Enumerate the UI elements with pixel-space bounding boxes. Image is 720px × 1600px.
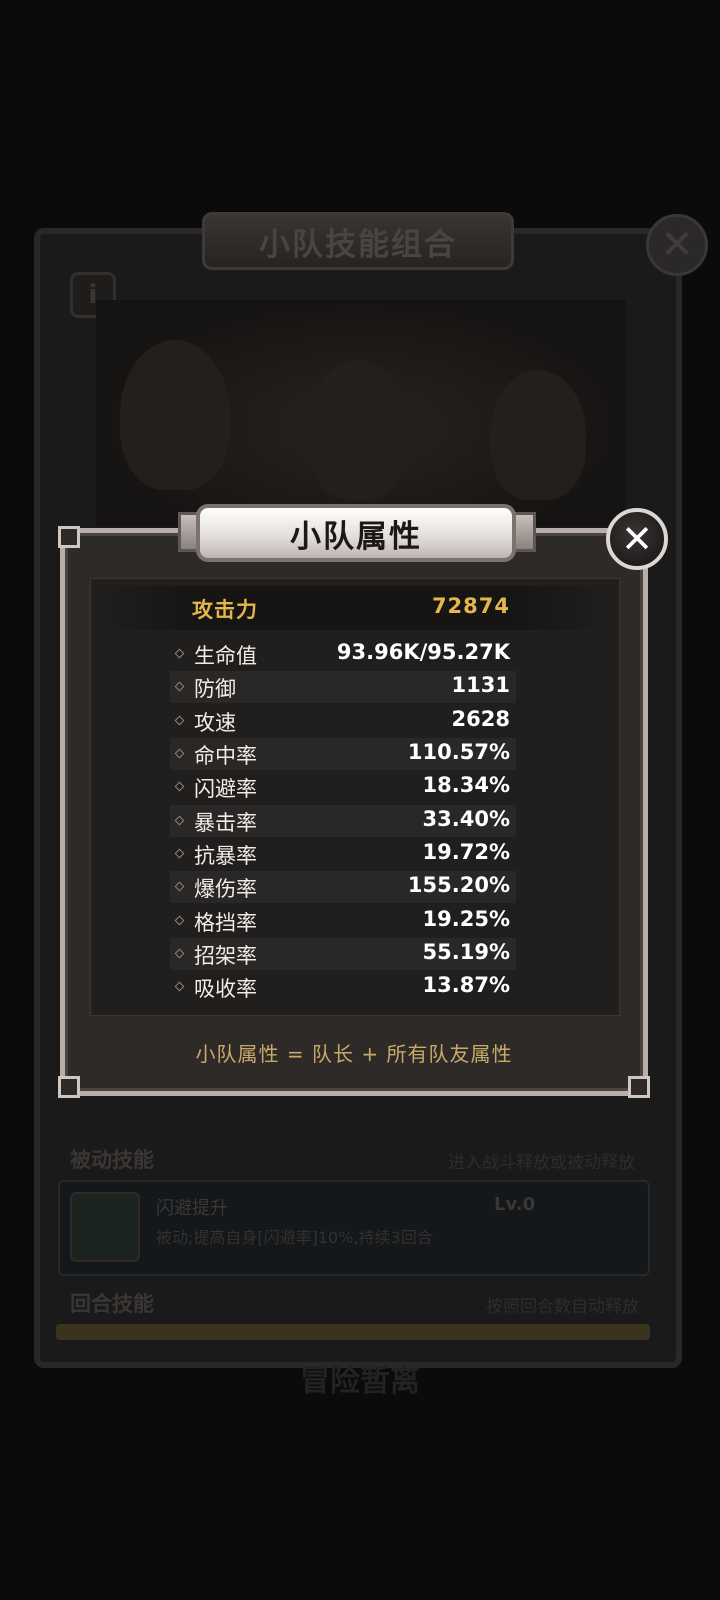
stat-label: 攻速 (194, 711, 236, 735)
close-button[interactable]: ✕ (606, 508, 668, 570)
diamond-bullet-icon (174, 648, 185, 659)
leave-adventure-button: 冒险暂离 (300, 1364, 420, 1399)
stat-row-crit-resist: 抗暴率 19.72% (170, 838, 516, 870)
stat-value: 55.19% (422, 940, 510, 964)
dialog-title: 小队属性 (196, 504, 516, 562)
diamond-bullet-icon (174, 781, 185, 792)
attack-label: 攻击力 (192, 598, 258, 622)
round-skill-bar (56, 1324, 650, 1340)
stat-row-defense: 防御 1131 (170, 671, 516, 703)
passive-skill-section-hint: 进入战斗释放或被动释放 (448, 1153, 635, 1173)
diamond-bullet-icon (174, 948, 185, 959)
dialog-corner-ornament (628, 1076, 650, 1098)
stat-row-dodge-rate: 闪避率 18.34% (170, 771, 516, 803)
stat-label: 闪避率 (194, 777, 257, 801)
stat-row-block-rate: 格挡率 19.25% (170, 905, 516, 937)
skill-level: Lv.0 (494, 1194, 536, 1215)
diamond-bullet-icon (174, 981, 185, 992)
diamond-bullet-icon (174, 715, 185, 726)
stat-label: 招架率 (194, 944, 257, 968)
stat-label: 爆伤率 (194, 877, 257, 901)
round-skill-section-label: 回合技能 (70, 1292, 154, 1316)
hero-pumpkin-figure (308, 360, 408, 500)
stat-value: 2628 (451, 707, 510, 731)
hero-wolf-figure (490, 370, 586, 500)
diamond-bullet-icon (174, 748, 185, 759)
dialog-corner-ornament (58, 526, 80, 548)
passive-skill-section-label: 被动技能 (70, 1148, 154, 1172)
formula-text: 小队属性 = 队长 + 所有队友属性 (195, 1042, 513, 1066)
stat-label: 暴击率 (194, 811, 257, 835)
hero-knight-figure (120, 340, 230, 490)
diamond-bullet-icon (174, 848, 185, 859)
stat-row-hit-rate: 命中率 110.57% (170, 738, 516, 770)
diamond-bullet-icon (174, 681, 185, 692)
diamond-bullet-icon (174, 815, 185, 826)
background-close-icon: ✕ (646, 214, 708, 276)
stat-value: 33.40% (422, 807, 510, 831)
attack-value: 72874 (431, 594, 510, 618)
background-panel-title: 小队技能组合 (202, 212, 514, 270)
stat-value: 93.96K/95.27K (336, 640, 510, 664)
stat-row-hp: 生命值 93.96K/95.27K (170, 638, 516, 670)
stat-row-crit-rate: 暴击率 33.40% (170, 805, 516, 837)
stat-value: 1131 (451, 673, 510, 697)
stat-label: 抗暴率 (194, 844, 257, 868)
stat-label: 防御 (194, 677, 236, 701)
stat-label: 格挡率 (194, 911, 257, 935)
skill-icon (70, 1192, 140, 1262)
dialog-corner-ornament (58, 1076, 80, 1098)
close-icon: ✕ (621, 517, 653, 561)
stat-row-parry-rate: 招架率 55.19% (170, 938, 516, 970)
stat-value: 18.34% (422, 773, 510, 797)
stat-label: 生命值 (194, 644, 257, 668)
stat-value: 19.25% (422, 907, 510, 931)
stat-row-crit-damage: 爆伤率 155.20% (170, 871, 516, 903)
stat-row-attack-speed: 攻速 2628 (170, 705, 516, 737)
stat-value: 110.57% (407, 740, 510, 764)
round-skill-section-hint: 按照回合数自动释放 (486, 1297, 639, 1317)
diamond-bullet-icon (174, 915, 185, 926)
diamond-bullet-icon (174, 881, 185, 892)
stat-value: 13.87% (422, 973, 510, 997)
skill-description: 被动;提高自身[闪避率]10%,持续3回合 (156, 1228, 433, 1247)
stat-row-absorb-rate: 吸收率 13.87% (170, 971, 516, 1003)
stat-value: 19.72% (422, 840, 510, 864)
skill-name: 闪避提升 (156, 1198, 228, 1219)
stat-label: 吸收率 (194, 977, 257, 1001)
stat-label: 命中率 (194, 744, 257, 768)
stat-value: 155.20% (407, 873, 510, 897)
